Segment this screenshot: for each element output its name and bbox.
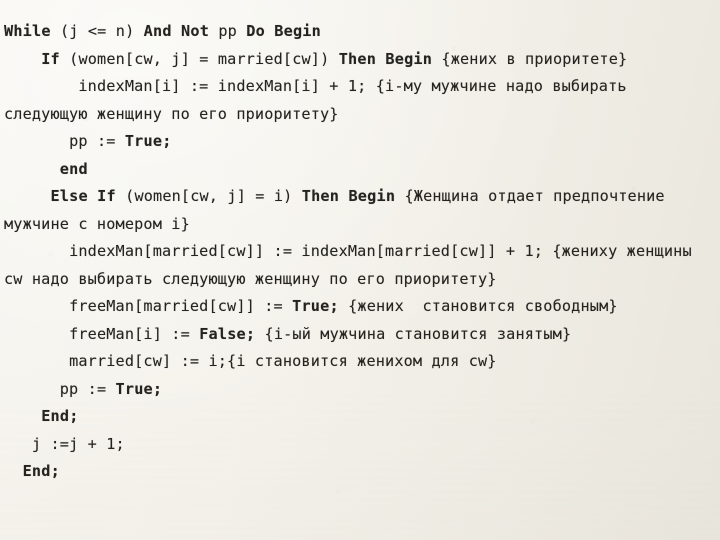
code-text: pp := (59, 379, 116, 398)
pascal-code-listing: While (j <= n) And Not pp Do Begin If (w… (0, 15, 720, 486)
line-else-if: Else If (women[cw, j] = i) Then Begin {Ж… (4, 183, 716, 238)
code-text: {жених в приоритете} (432, 49, 628, 68)
code-keyword: Else If (50, 187, 116, 206)
code-text: (j <= n) (50, 22, 144, 41)
code-keyword: End; (22, 462, 60, 481)
code-keyword: end (59, 159, 88, 178)
code-keyword: False; (199, 324, 256, 343)
code-keyword: End; (41, 407, 79, 426)
code-keyword: Then Begin (301, 187, 396, 206)
code-keyword: Do Begin (246, 22, 321, 41)
code-text: (women[cw, j] = i) (115, 187, 302, 206)
line-married-assign: married[cw] := i;{i становится женихом д… (4, 348, 716, 376)
line-end-1: End; (4, 403, 716, 431)
code-text: indexMan[i] := indexMan[i] + 1; {i-му му… (4, 77, 636, 123)
code-text: j :=j + 1; (31, 434, 125, 453)
code-keyword: While (4, 22, 51, 41)
line-indexman-i: indexMan[i] := indexMan[i] + 1; {i-му му… (4, 73, 716, 128)
code-keyword: And Not (143, 22, 210, 41)
line-end-2: End; (4, 458, 716, 486)
code-text: (women[cw, j] = married[cw]) (59, 49, 339, 68)
code-text: pp (209, 22, 247, 41)
code-text: freeMan[i] := (69, 324, 200, 343)
line-indexman-married: indexMan[married[cw]] := indexMan[marrie… (4, 238, 716, 293)
line-while: While (j <= n) And Not pp Do Begin (4, 18, 716, 46)
line-j-increment: j :=j + 1; (4, 431, 716, 459)
line-freeman-married: freeMan[married[cw]] := True; {жених ста… (4, 293, 716, 321)
code-keyword: True; (292, 297, 339, 316)
code-text: freeMan[married[cw]] := (69, 297, 293, 316)
code-text: {i-ый мужчина становится занятым} (255, 324, 572, 343)
line-freeman-i: freeMan[i] := False; {i-ый мужчина стано… (4, 321, 716, 349)
line-if-married: If (women[cw, j] = married[cw]) Then Beg… (4, 46, 716, 74)
code-keyword: If (41, 49, 60, 68)
code-keyword: Then Begin (338, 49, 433, 68)
code-text: married[cw] := i;{i становится женихом д… (69, 352, 497, 371)
code-slide: While (j <= n) And Not pp Do Begin If (w… (0, 0, 720, 540)
code-keyword: True; (124, 132, 172, 151)
line-pp-true-2: pp := True; (4, 376, 716, 404)
line-end-lower: end (4, 156, 716, 184)
line-pp-true-1: pp := True; (4, 128, 716, 156)
code-keyword: True; (115, 379, 163, 398)
code-text: pp := (69, 132, 125, 151)
code-text: indexMan[married[cw]] := indexMan[marrie… (4, 242, 702, 288)
code-text: {жених становится свободным} (338, 297, 618, 316)
